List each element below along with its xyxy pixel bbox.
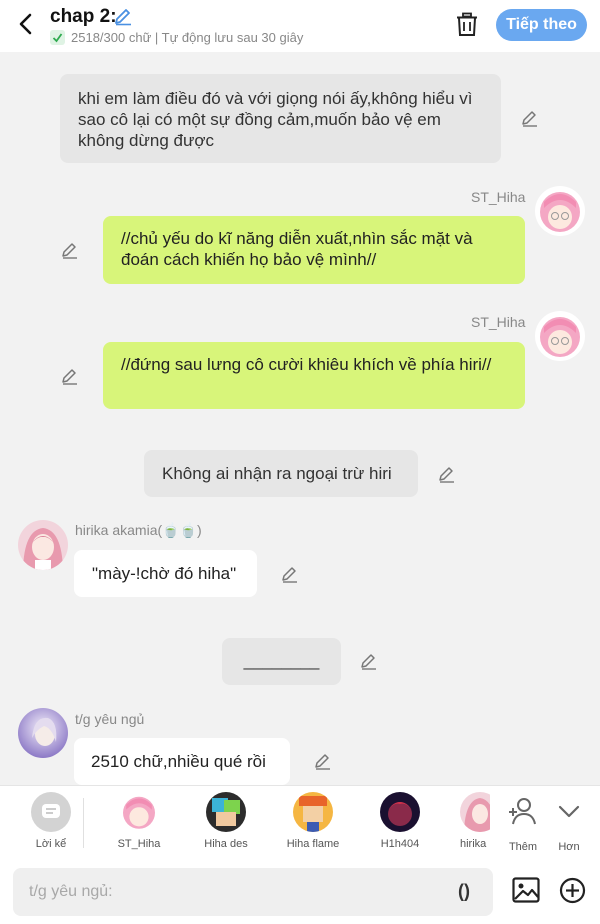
edit-message-icon[interactable] (520, 108, 540, 128)
check-icon (50, 30, 65, 45)
avatar[interactable] (18, 708, 68, 758)
message-bubble[interactable]: "mày-!chờ đó hiha" (74, 550, 257, 597)
chapter-title[interactable]: chap 2: (50, 6, 117, 28)
character-label: Hơn (558, 841, 580, 853)
avatar[interactable] (535, 311, 585, 361)
message-narration[interactable]: ________ (222, 638, 341, 685)
add-circle-icon[interactable] (559, 877, 586, 904)
message-text: //chủ yếu do kĩ năng diễn xuất,nhìn sắc … (121, 229, 473, 269)
edit-message-icon[interactable] (280, 564, 300, 584)
trash-icon[interactable] (455, 12, 479, 38)
message-bubble[interactable]: //đứng sau lưng cô cười khiêu khích về p… (103, 342, 525, 409)
character-st-hiha[interactable]: ST_Hiha (99, 792, 179, 850)
speaker-name: ST_Hiha (471, 314, 526, 330)
message-narration[interactable]: khi em làm điều đó và với giọng nói ấy,k… (60, 74, 501, 163)
character-bar: Lời kể ST_Hiha Hiha des Hiha flame H1h40… (0, 785, 600, 859)
character-label: Hiha des (204, 838, 248, 850)
image-icon[interactable] (512, 877, 540, 903)
character-h1h404[interactable]: H1h404 (360, 792, 440, 850)
message-bubble[interactable]: //chủ yếu do kĩ năng diễn xuất,nhìn sắc … (103, 216, 525, 284)
edit-message-icon[interactable] (60, 366, 80, 386)
character-label: ST_Hiha (117, 838, 161, 850)
edit-message-icon[interactable] (313, 751, 333, 771)
header: chap 2: 2518/300 chữ | Tự động lưu sau 3… (0, 0, 600, 52)
add-character-button[interactable]: Thêm (502, 792, 544, 853)
save-status: 2518/300 chữ | Tự động lưu sau 30 giây (50, 30, 303, 45)
message-narration[interactable]: Không ai nhận ra ngoại trừ hiri (144, 450, 418, 497)
speaker-name: ST_Hiha (471, 189, 526, 205)
character-label: Lời kể (35, 838, 67, 850)
status-text: 2518/300 chữ | Tự động lưu sau 30 giây (71, 30, 304, 45)
avatar (460, 792, 490, 832)
message-input[interactable] (13, 868, 493, 916)
more-button[interactable]: Hơn (548, 792, 590, 853)
character-hiha-des[interactable]: Hiha des (186, 792, 266, 850)
edit-message-icon[interactable] (60, 240, 80, 260)
avatar (206, 792, 246, 832)
speaker-name: hirika akamia(🍵🍵) (75, 522, 202, 538)
add-person-icon (509, 798, 536, 825)
avatar (380, 792, 420, 832)
character-label: H1h404 (380, 838, 420, 850)
message-text: ________ (243, 651, 320, 670)
message-bubble[interactable]: 2510 chữ,nhiều qué rồi (74, 738, 290, 785)
back-arrow-icon[interactable] (14, 10, 38, 38)
message-text: Không ai nhận ra ngoại trừ hiri (162, 464, 392, 483)
divider (83, 798, 84, 848)
character-narration[interactable]: Lời kể (11, 792, 91, 850)
avatar[interactable] (18, 520, 68, 570)
message-text: //đứng sau lưng cô cười khiêu khích về p… (121, 355, 492, 374)
edit-title-icon[interactable] (113, 6, 133, 26)
character-label: Thêm (508, 841, 538, 853)
message-text: 2510 chữ,nhiều qué rồi (91, 752, 266, 771)
message-text: "mày-!chờ đó hiha" (92, 564, 237, 583)
avatar (293, 792, 333, 832)
character-label: Hiha flame (286, 838, 340, 850)
chevron-down-icon (558, 805, 580, 818)
input-bar: () (0, 859, 600, 924)
character-hirika[interactable]: hirika (440, 792, 490, 850)
edit-message-icon[interactable] (359, 651, 379, 671)
speaker-name: t/g yêu ngủ (75, 711, 145, 727)
narration-icon (31, 792, 71, 832)
avatar (119, 792, 159, 832)
avatar[interactable] (535, 186, 585, 236)
edit-message-icon[interactable] (437, 464, 457, 484)
character-label: hirika (460, 838, 487, 850)
character-hiha-flame[interactable]: Hiha flame (273, 792, 353, 850)
message-text: khi em làm điều đó và với giọng nói ấy,k… (78, 89, 473, 150)
parenthesis-button[interactable]: () (458, 881, 470, 902)
next-button[interactable]: Tiếp theo (496, 9, 587, 41)
